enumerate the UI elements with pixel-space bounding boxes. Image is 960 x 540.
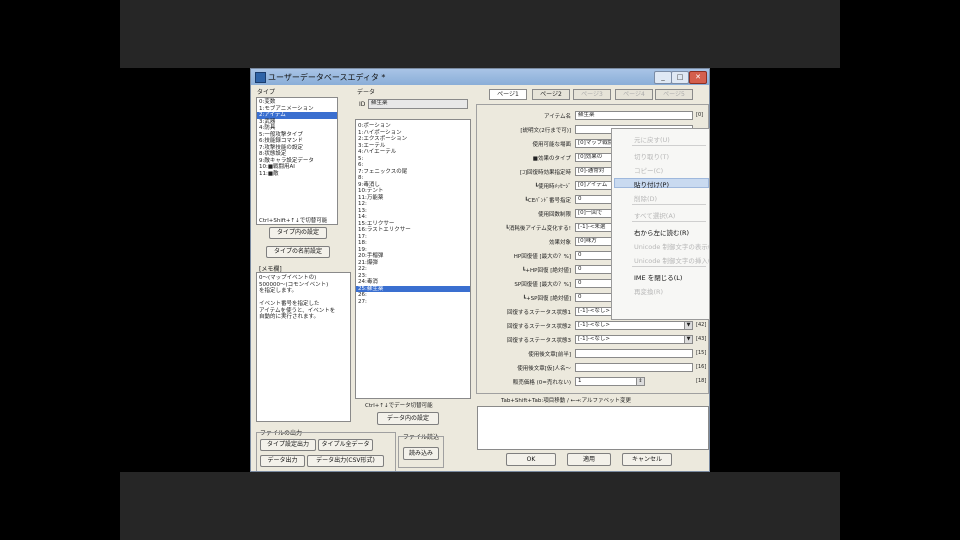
property-label: [ｺ]回復時効果指定時 [519,170,571,176]
property-label: [説明文(2行まで可)] [520,128,571,134]
dropdown-arrow-icon[interactable]: ▼ [684,322,692,329]
data-id-label: ID [359,101,366,108]
property-label: SP回復値 [最大の？%] [514,282,571,288]
property-combo[interactable]: [-1]-<なし>▼ [575,321,693,330]
property-label: ┗使用時ﾒｯｾｰｼﾞ [534,184,571,190]
data-output-csv-button[interactable]: データ出力(CSV形式) [307,455,384,467]
read-file-button[interactable]: 読み込み [403,447,439,460]
context-menu-item[interactable]: 再変換(R) [634,286,663,296]
context-menu-item[interactable]: Unicode 制御文字の表示(S) [634,241,709,251]
property-label: 効果対象 [548,240,571,246]
menu-separator [632,204,706,205]
property-label: 使用後文章[前半] [528,352,571,358]
description-textarea[interactable] [477,406,709,450]
data-settings-button[interactable]: データ内の設定 [377,412,439,425]
property-label: 回復するステータス状態3 [506,338,571,344]
data-switch-hint: Ctrl+↑↓でデータ切替可能 [365,403,433,409]
type-list-item[interactable] [257,177,337,184]
property-label: アイテム名 [544,114,571,120]
type-output-button[interactable]: タイプ設定出力 [260,439,316,451]
property-field[interactable] [575,363,693,372]
context-menu-item[interactable]: コピー(C) [634,165,663,175]
tab-page-2[interactable]: ページ2 [532,89,570,100]
spinner-arrows-icon[interactable]: ⇕ [636,378,644,385]
context-menu-item[interactable]: 切り取り(T) [634,151,669,161]
property-label: HP回復値 [最大の？%] [513,254,571,260]
menu-separator [632,145,706,146]
type-label: タイプ [257,89,276,96]
tab-page-4[interactable]: ページ4 [615,89,653,100]
property-field[interactable] [575,349,693,358]
property-label: 使用後文章[仮]人名〜 [517,366,571,372]
property-label: ┗+SP回復 [絶対値] [522,296,571,302]
property-label: ┗消耗後アイテム変化する! [505,226,571,232]
property-index: [16] [696,364,707,370]
menu-separator [632,266,706,267]
ok-button[interactable]: OK [506,453,556,466]
context-menu-item[interactable]: すべて選択(A) [634,210,675,220]
context-menu-item[interactable]: Unicode 制御文字の挿入(I) [634,255,709,265]
property-index: [42] [696,322,707,328]
type-settings-button[interactable]: タイプ内の設定 [269,227,327,239]
context-menu-item[interactable]: 削除(D) [634,193,657,203]
memo-line: 自動的に実行されます。 [259,314,319,320]
tab-page-1[interactable]: ページ1 [489,89,527,100]
property-label: 販売価格 (0=売れない) [512,380,571,386]
property-field[interactable]: 蘇生薬 [575,111,693,120]
cancel-button[interactable]: キャンセル [622,453,672,466]
close-button[interactable]: ✕ [689,71,707,84]
context-menu-item[interactable]: 右から左に読む(R) [634,227,689,237]
context-menu-item[interactable]: 元に戻す(U) [634,134,670,144]
menu-separator [632,221,706,222]
property-index: [0] [696,112,704,118]
apply-button[interactable]: 適用 [567,453,611,466]
type-switch-hint: Ctrl+Shift+↑↓で切替可能 [259,218,328,224]
type-all-data-button[interactable]: タイプル全データ [318,439,373,451]
data-id-field[interactable]: 蘇生薬 [368,99,468,109]
type-list[interactable]: 0:変数 1:モブアニメーション 2:アイテム 3:武器 4:防具 5:一般攻撃タイプ 6:… [256,97,338,225]
key-hint: Tab+Shift+Tab:項目移動 / ←→:アルファベット変更 [501,398,632,404]
property-label: ┗+HP回復 [絶対値] [522,268,571,274]
property-label: ┗CEﾊﾞﾝﾄﾞ番号指定 [524,198,571,204]
letterbox-bottom [120,472,840,540]
type-name-button[interactable]: タイプの名前設定 [266,246,330,258]
app-icon [255,72,266,83]
property-label: 使用可能な場面 [532,142,571,148]
property-index: [18] [696,378,707,384]
data-list-item[interactable]: 27: [356,299,470,306]
title-bar[interactable]: ユーザーデータベースエディタ * _ □ ✕ [251,69,709,85]
property-index: [43] [696,336,707,342]
property-combo[interactable]: [-1]-<なし>▼ [575,335,693,344]
property-label: 使用回数制限 [537,212,571,218]
property-label: ■効果のタイプ [532,156,571,162]
data-label: データ [357,89,376,96]
letterbox-top [120,0,840,68]
tab-page-3[interactable]: ページ3 [573,89,611,100]
minimize-button[interactable]: _ [654,71,672,84]
context-menu-item[interactable]: IME を閉じる(L) [634,272,682,282]
property-index: [15] [696,350,707,356]
context-menu-item[interactable]: 貼り付け(P) [634,179,669,189]
maximize-button[interactable]: □ [671,71,689,84]
window-title: ユーザーデータベースエディタ * [268,73,386,82]
data-list[interactable]: 0:ポーション 1:ハイポーション 2:エクスポーション 3:エーテル 4:ハイエーテル… [355,119,471,399]
property-label: 回復するステータス状態2 [506,324,571,330]
context-menu: 元に戻す(U) 切り取り(T) コピー(C) 貼り付け(P) 削除(D) すべて選択(A)… [611,128,710,320]
property-label: 回復するステータス状態1 [506,310,571,316]
property-spinner[interactable]: 1 ⇕ [575,377,645,386]
memo-textarea[interactable]: 0〜(マップイベントの) 500000〜(コモンイベント) を指定します。 イベント番… [256,272,351,422]
dropdown-arrow-icon[interactable]: ▼ [684,336,692,343]
data-output-button[interactable]: データ出力 [260,455,305,467]
tab-page-5[interactable]: ページ5 [655,89,693,100]
